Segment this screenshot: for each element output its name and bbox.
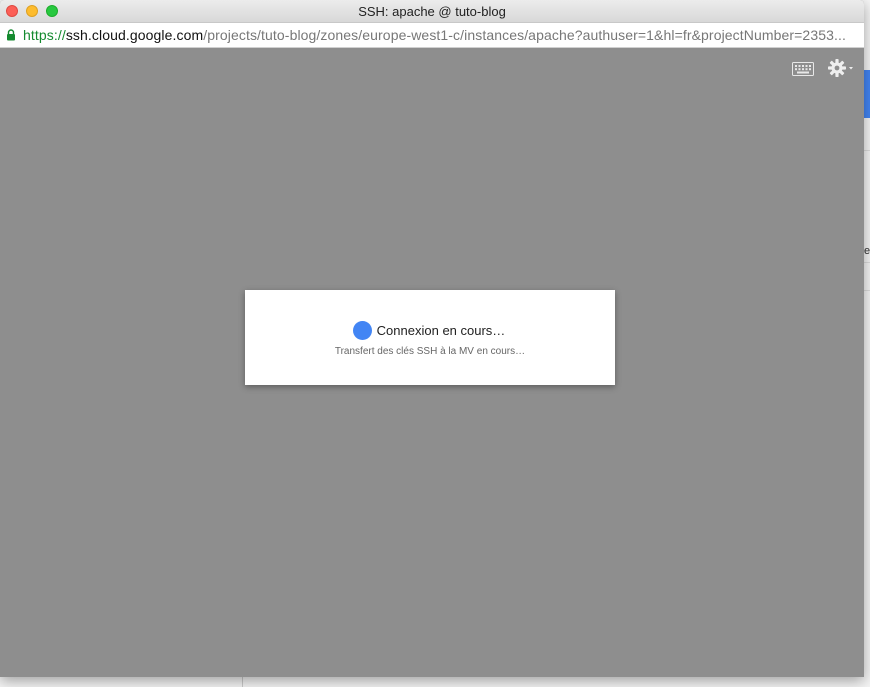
- minimize-window-button[interactable]: [26, 5, 38, 17]
- connecting-dialog: Connexion en cours… Transfert des clés S…: [245, 290, 615, 385]
- url-host: ssh.cloud.google.com: [65, 27, 204, 43]
- url-path: /projects/tuto-blog/zones/europe-west1-c…: [203, 27, 846, 43]
- keyboard-icon[interactable]: [792, 62, 814, 76]
- url-scheme: https://: [23, 27, 66, 43]
- maximize-window-button[interactable]: [46, 5, 58, 17]
- background-divider: [242, 676, 243, 687]
- window-controls: [6, 5, 58, 17]
- ssh-popup-window: SSH: apache @ tuto-blog https://ssh.clou…: [0, 0, 864, 677]
- close-window-button[interactable]: [6, 5, 18, 17]
- ssh-terminal-area[interactable]: Connexion en cours… Transfert des clés S…: [0, 48, 864, 677]
- dialog-title: Connexion en cours…: [376, 323, 506, 338]
- chevron-down-icon: [849, 67, 853, 70]
- window-titlebar[interactable]: SSH: apache @ tuto-blog: [0, 0, 864, 23]
- window-title: SSH: apache @ tuto-blog: [358, 3, 506, 19]
- gear-icon[interactable]: [828, 58, 856, 78]
- dialog-subtitle: Transfert des clés SSH à la MV en cours…: [334, 346, 526, 357]
- dialog-header: Connexion en cours…: [245, 321, 615, 340]
- background-blue-tab: [864, 70, 870, 118]
- lock-icon: [7, 29, 15, 41]
- spinner-icon: [352, 321, 372, 340]
- address-bar[interactable]: https://ssh.cloud.google.com/projects/tu…: [0, 23, 864, 48]
- background-partial-text: e: [864, 245, 870, 257]
- url-text: https://ssh.cloud.google.com/projects/tu…: [23, 27, 846, 43]
